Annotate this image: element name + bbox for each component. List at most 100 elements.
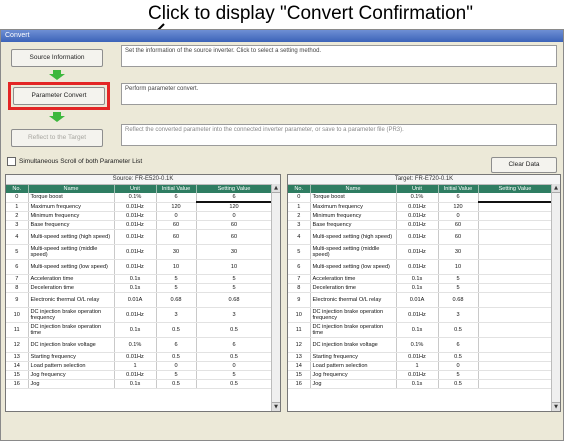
table-row[interactable]: 14 Load pattern selection 1 0 0 bbox=[6, 361, 273, 371]
param-no: 16 bbox=[6, 379, 29, 389]
setting-value[interactable]: 0.5 bbox=[196, 379, 273, 389]
table-row[interactable]: 11 DC injection brake operation time 0.1s 0… bbox=[6, 322, 273, 338]
table-row[interactable]: 11 DC injection brake operation time 0.1s 0… bbox=[288, 322, 553, 338]
source-scrollbar[interactable]: ▲ ▼ bbox=[271, 184, 280, 411]
setting-value[interactable]: 0 bbox=[196, 361, 273, 371]
setting-value[interactable] bbox=[478, 229, 553, 245]
setting-value[interactable]: 60 bbox=[196, 220, 273, 230]
setting-value[interactable]: 0.5 bbox=[196, 352, 273, 362]
initial-value: 5 bbox=[156, 283, 197, 293]
table-row[interactable]: 0 Torque boost 0.1% 6 6 bbox=[6, 193, 273, 203]
param-unit: 0.1s bbox=[114, 283, 157, 293]
table-row[interactable]: 9 Electronic thermal O/L relay 0.01A 0.68 0.… bbox=[6, 292, 273, 308]
table-row[interactable]: 16 Jog 0.1s 0.5 0.5 bbox=[6, 379, 273, 389]
param-unit: 0.01A bbox=[396, 292, 439, 308]
sync-scroll-checkbox[interactable]: Simultaneous Scroll of both Parameter Li… bbox=[7, 157, 142, 166]
table-row[interactable]: 3 Base frequency 0.01Hz 60 60 bbox=[6, 220, 273, 230]
setting-value[interactable] bbox=[478, 361, 553, 371]
setting-value[interactable] bbox=[478, 202, 553, 212]
param-unit: 0.01Hz bbox=[114, 259, 157, 275]
setting-value[interactable]: 5 bbox=[196, 283, 273, 293]
setting-value[interactable]: 120 bbox=[196, 202, 273, 212]
table-row[interactable]: 3 Base frequency 0.01Hz 60 bbox=[288, 220, 553, 230]
source-information-button[interactable]: Source Information bbox=[11, 49, 103, 67]
source-panel: Source: FR-E520-0.1K No. Name Unit Initial … bbox=[5, 174, 281, 412]
setting-value[interactable]: 6 bbox=[196, 337, 273, 353]
initial-value: 5 bbox=[156, 370, 197, 380]
table-row[interactable]: 14 Load pattern selection 1 0 bbox=[288, 361, 553, 371]
scroll-down-icon[interactable]: ▼ bbox=[272, 402, 280, 411]
param-name: DC injection brake operation frequency bbox=[310, 307, 397, 323]
table-row[interactable]: 12 DC injection brake voltage 0.1% 6 6 bbox=[6, 337, 273, 353]
column-header: Initial Value bbox=[156, 185, 197, 193]
checkbox-box[interactable] bbox=[7, 157, 16, 166]
param-name: Acceleration time bbox=[28, 274, 115, 284]
setting-value[interactable] bbox=[478, 244, 553, 260]
target-scrollbar[interactable]: ▲ ▼ bbox=[551, 184, 560, 411]
table-row[interactable]: 15 Jog frequency 0.01Hz 5 5 bbox=[6, 370, 273, 380]
param-no: 5 bbox=[288, 244, 311, 260]
setting-value[interactable] bbox=[478, 322, 553, 338]
setting-value[interactable]: 0.5 bbox=[196, 322, 273, 338]
column-header: No. bbox=[288, 185, 311, 193]
table-row[interactable]: 16 Jog 0.1s 0.5 bbox=[288, 379, 553, 389]
table-row[interactable]: 5 Multi-speed setting (middle speed) 0.01H… bbox=[288, 244, 553, 260]
setting-value[interactable]: 10 bbox=[196, 259, 273, 275]
param-unit: 0.01Hz bbox=[114, 370, 157, 380]
clear-data-button[interactable]: Clear Data bbox=[491, 157, 557, 173]
setting-value[interactable] bbox=[478, 370, 553, 380]
initial-value: 5 bbox=[438, 283, 479, 293]
setting-value[interactable]: 5 bbox=[196, 370, 273, 380]
table-row[interactable]: 6 Multi-speed setting (low speed) 0.01Hz 10… bbox=[6, 259, 273, 275]
setting-value[interactable] bbox=[478, 211, 553, 221]
reflect-to-target-button[interactable]: Reflect to the Target bbox=[11, 129, 103, 147]
param-unit: 0.01Hz bbox=[396, 202, 439, 212]
param-no: 10 bbox=[6, 307, 29, 323]
arrow-down-icon bbox=[49, 70, 65, 80]
setting-value[interactable]: 60 bbox=[196, 229, 273, 245]
param-no: 9 bbox=[6, 292, 29, 308]
setting-value[interactable] bbox=[478, 337, 553, 353]
table-row[interactable]: 2 Minimum frequency 0.01Hz 0 0 bbox=[6, 211, 273, 221]
table-row[interactable]: 10 DC injection brake operation frequency… bbox=[288, 307, 553, 323]
table-row[interactable]: 7 Acceleration time 0.1s 5 bbox=[288, 274, 553, 284]
setting-value[interactable] bbox=[478, 283, 553, 293]
table-row[interactable]: 5 Multi-speed setting (middle speed) 0.01H… bbox=[6, 244, 273, 260]
param-no: 8 bbox=[6, 283, 29, 293]
table-row[interactable]: 2 Minimum frequency 0.01Hz 0 bbox=[288, 211, 553, 221]
param-no: 2 bbox=[288, 211, 311, 221]
setting-value[interactable] bbox=[478, 220, 553, 230]
table-row[interactable]: 10 DC injection brake operation frequency… bbox=[6, 307, 273, 323]
setting-value[interactable] bbox=[478, 379, 553, 389]
table-row[interactable]: 4 Multi-speed setting (high speed) 0.01Hz 6… bbox=[6, 229, 273, 245]
table-row[interactable]: 8 Deceleration time 0.1s 5 bbox=[288, 283, 553, 293]
source-information-desc: Set the information of the source invert… bbox=[121, 45, 557, 67]
table-row[interactable]: 6 Multi-speed setting (low speed) 0.01Hz 10 bbox=[288, 259, 553, 275]
scroll-up-icon[interactable]: ▲ bbox=[552, 184, 560, 193]
table-row[interactable]: 1 Maximum frequency 0.01Hz 120 120 bbox=[6, 202, 273, 212]
table-row[interactable]: 0 Torque boost 0.1% 6 bbox=[288, 193, 553, 203]
setting-value[interactable]: 3 bbox=[196, 307, 273, 323]
setting-value[interactable]: 6 bbox=[196, 193, 273, 203]
setting-value[interactable]: 30 bbox=[196, 244, 273, 260]
setting-value[interactable]: 5 bbox=[196, 274, 273, 284]
setting-value[interactable] bbox=[478, 352, 553, 362]
table-row[interactable]: 15 Jog frequency 0.01Hz 5 bbox=[288, 370, 553, 380]
table-row[interactable]: 8 Deceleration time 0.1s 5 5 bbox=[6, 283, 273, 293]
table-row[interactable]: 1 Maximum frequency 0.01Hz 120 bbox=[288, 202, 553, 212]
setting-value[interactable] bbox=[478, 193, 553, 203]
table-row[interactable]: 12 DC injection brake voltage 0.1% 6 bbox=[288, 337, 553, 353]
table-row[interactable]: 7 Acceleration time 0.1s 5 5 bbox=[6, 274, 273, 284]
table-row[interactable]: 13 Starting frequency 0.01Hz 0.5 0.5 bbox=[6, 352, 273, 362]
setting-value[interactable]: 0.68 bbox=[196, 292, 273, 308]
setting-value[interactable] bbox=[478, 292, 553, 308]
setting-value[interactable] bbox=[478, 274, 553, 284]
setting-value[interactable] bbox=[478, 259, 553, 275]
setting-value[interactable] bbox=[478, 307, 553, 323]
scroll-down-icon[interactable]: ▼ bbox=[552, 402, 560, 411]
table-row[interactable]: 9 Electronic thermal O/L relay 0.01A 0.68 bbox=[288, 292, 553, 308]
scroll-up-icon[interactable]: ▲ bbox=[272, 184, 280, 193]
table-row[interactable]: 13 Starting frequency 0.01Hz 0.5 bbox=[288, 352, 553, 362]
setting-value[interactable]: 0 bbox=[196, 211, 273, 221]
table-row[interactable]: 4 Multi-speed setting (high speed) 0.01Hz 6… bbox=[288, 229, 553, 245]
